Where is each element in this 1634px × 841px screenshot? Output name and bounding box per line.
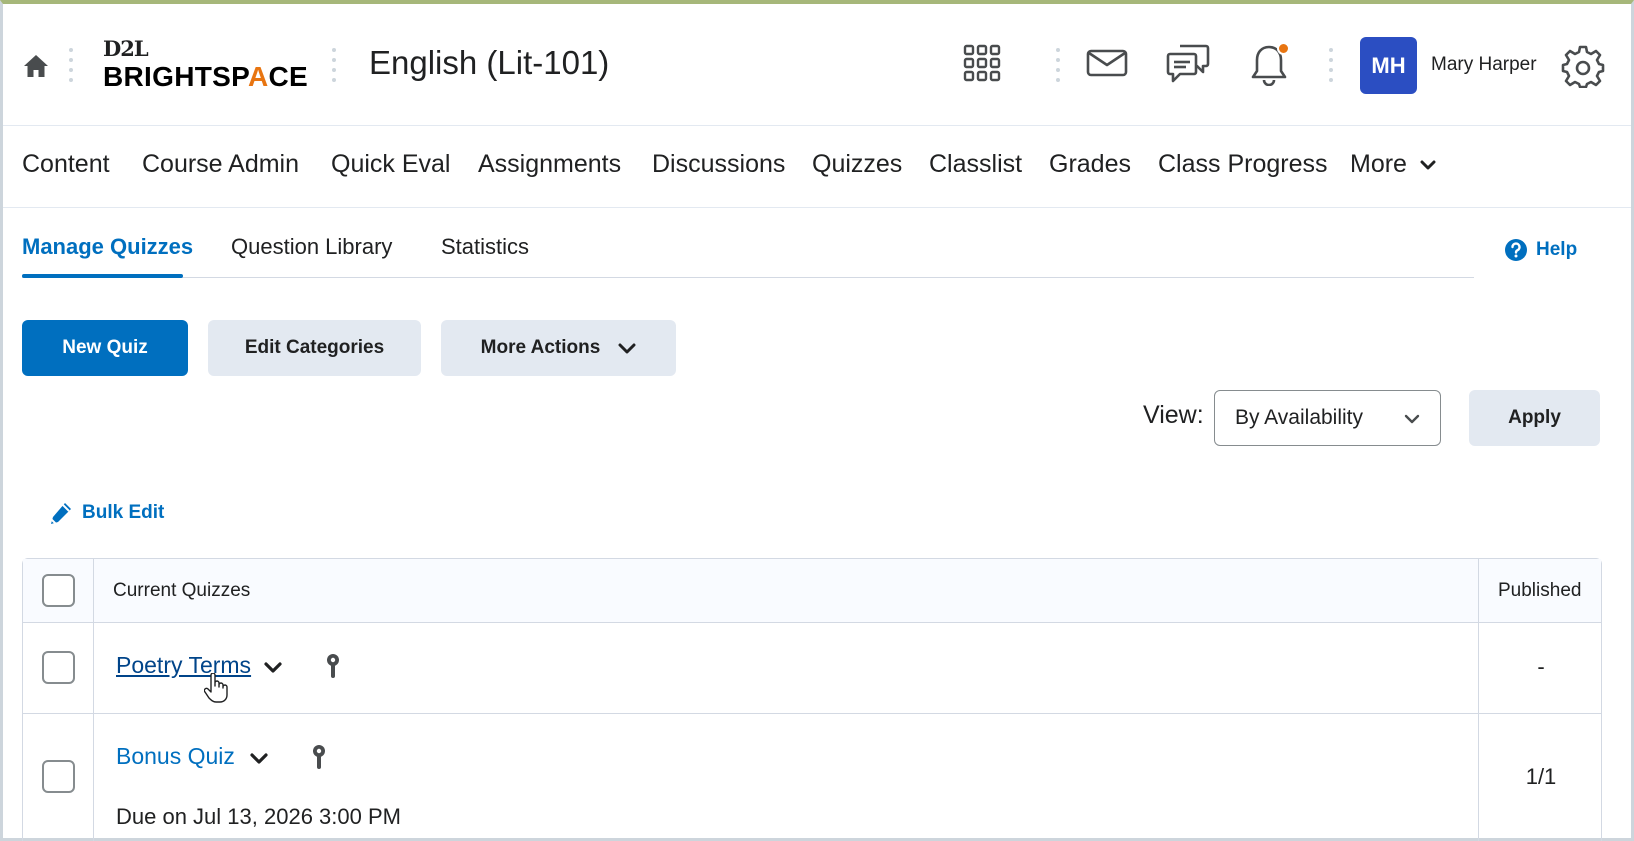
apply-button[interactable]: Apply [1469,390,1600,446]
quiz-tabs: Manage Quizzes Question Library Statisti… [22,208,1474,278]
bulk-edit-button[interactable]: Bulk Edit [48,500,164,526]
column-header-published: Published [1498,580,1582,601]
new-quiz-button[interactable]: New Quiz [22,320,188,376]
gear-icon[interactable] [1561,44,1605,93]
published-value: 1/1 [1525,764,1557,789]
tab-statistics[interactable]: Statistics [441,234,529,260]
new-quiz-label: New Quiz [62,337,148,358]
nav-item-course-admin[interactable]: Course Admin [142,150,299,179]
separator [69,48,73,82]
notification-badge [1277,42,1290,55]
nav-item-grades[interactable]: Grades [1049,150,1131,179]
separator [1056,48,1060,82]
view-select[interactable]: By Availability [1214,390,1441,446]
edit-categories-button[interactable]: Edit Categories [208,320,421,376]
course-navbar: Content Course Admin Quick Eval Assignme… [3,126,1631,208]
release-conditions-icon[interactable] [311,744,327,775]
pencil-icon [49,503,71,525]
home-icon[interactable] [23,54,49,83]
hand-cursor-icon [203,672,228,708]
tab-manage-quizzes[interactable]: Manage Quizzes [22,234,193,260]
row-checkbox[interactable] [42,760,75,793]
waffle-icon[interactable] [963,44,1001,87]
active-tab-indicator [22,274,183,278]
nav-item-classlist[interactable]: Classlist [929,150,1022,179]
mail-icon[interactable] [1086,49,1128,82]
logo-d2l: D2L [103,36,149,61]
view-label: View: [1143,401,1204,429]
help-label: Help [1536,239,1578,260]
quizzes-table: Current Quizzes Published Poetry Terms -… [22,558,1602,841]
course-title[interactable]: English (Lit-101) [369,44,609,82]
user-name[interactable]: Mary Harper [1431,54,1537,76]
quiz-link[interactable]: Bonus Quiz [116,743,235,770]
apply-label: Apply [1508,407,1561,428]
help-link[interactable]: Help [1504,238,1577,262]
avatar[interactable]: MH [1360,37,1417,94]
quiz-due-date: Due on Jul 13, 2026 3:00 PM [116,804,401,829]
nav-item-quick-eval[interactable]: Quick Eval [331,150,450,179]
logo-brightspace: BRIGHTSPACE [103,61,309,92]
nav-item-content[interactable]: Content [22,150,110,179]
view-selected-value: By Availability [1235,406,1364,429]
separator [1329,48,1333,82]
chevron-down-icon[interactable] [249,752,269,771]
tab-question-library[interactable]: Question Library [231,234,392,260]
chevron-down-icon [1420,160,1436,170]
chevron-down-icon [618,343,636,354]
row-checkbox[interactable] [42,651,75,684]
chat-icon[interactable] [1166,44,1210,89]
nav-item-more[interactable]: More [1350,150,1436,179]
table-row: Bonus Quiz Due on Jul 13, 2026 3:00 PM 1… [23,714,1601,841]
column-header-current-quizzes: Current Quizzes [113,580,251,601]
nav-more-label: More [1350,150,1407,178]
chevron-down-icon[interactable] [263,661,283,680]
help-icon [1505,239,1527,261]
nav-item-discussions[interactable]: Discussions [652,150,785,179]
nav-item-assignments[interactable]: Assignments [478,150,621,179]
quiz-link[interactable]: Poetry Terms [116,652,251,679]
more-actions-button[interactable]: More Actions [441,320,676,376]
release-conditions-icon[interactable] [325,653,341,684]
brightspace-logo[interactable]: D2L BRIGHTSPACE [103,38,308,92]
more-actions-label: More Actions [480,337,601,358]
separator [332,48,336,82]
header: D2L BRIGHTSPACE English (Lit-101) MH Mar… [3,4,1631,126]
table-header-row: Current Quizzes Published [23,559,1601,623]
chevron-down-icon [1404,414,1420,424]
select-all-checkbox[interactable] [42,574,75,607]
bulk-edit-label: Bulk Edit [82,502,165,523]
nav-item-class-progress[interactable]: Class Progress [1158,150,1328,179]
edit-categories-label: Edit Categories [244,337,385,358]
published-value: - [1537,654,1545,679]
nav-item-quizzes[interactable]: Quizzes [812,150,902,179]
table-row: Poetry Terms - [23,623,1601,714]
